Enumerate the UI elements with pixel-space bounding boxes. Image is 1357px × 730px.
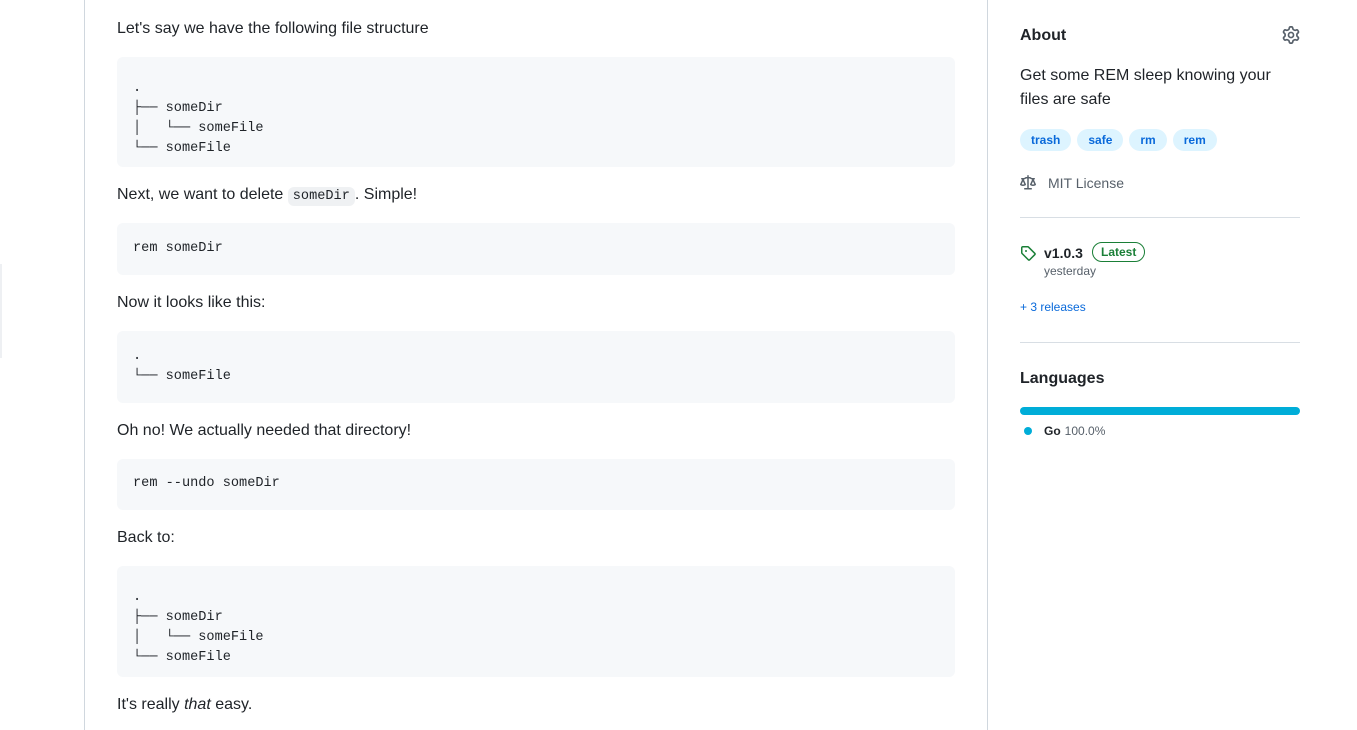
text: . Simple! — [354, 186, 418, 203]
section-divider — [1020, 342, 1300, 343]
code-line: └── someFile — [133, 141, 231, 156]
code-line: │ └── someFile — [133, 121, 264, 136]
code-line: ├── someDir — [133, 101, 223, 116]
language-bar — [1020, 407, 1300, 415]
left-edge-panel — [0, 264, 2, 358]
code-line: . — [133, 590, 142, 605]
code-line: └── someFile — [133, 369, 231, 384]
topic-list: trash safe rm rem — [1020, 129, 1217, 151]
readme-paragraph: Now it looks like this: — [117, 294, 266, 311]
text: It's really — [117, 696, 185, 713]
code-line: . — [133, 349, 142, 364]
code-line: └── someFile — [133, 650, 231, 665]
code-block-tree: . └── someFile — [117, 331, 955, 403]
language-percent: 100.0% — [1064, 424, 1106, 438]
topic-tag[interactable]: rm — [1129, 129, 1167, 151]
license-label: MIT License — [1048, 175, 1124, 191]
code-line: . — [133, 81, 142, 96]
readme-paragraph: Back to: — [117, 529, 175, 546]
language-name: Go — [1044, 424, 1061, 438]
language-color-dot — [1024, 427, 1032, 435]
topic-tag[interactable]: safe — [1077, 129, 1124, 151]
release-date: yesterday — [1044, 264, 1097, 278]
sidebar-border — [987, 0, 988, 730]
code-line: ├── someDir — [133, 610, 223, 625]
text: easy. — [210, 696, 253, 713]
inline-code: someDir — [287, 187, 355, 206]
release-version: v1.0.3 — [1044, 245, 1083, 261]
gear-icon[interactable] — [1282, 26, 1300, 44]
repo-description: Get some REM sleep knowing your files ar… — [1020, 67, 1271, 108]
readme-paragraph: Let's say we have the following file str… — [117, 20, 429, 37]
topic-tag[interactable]: rem — [1172, 129, 1217, 151]
content-border-left — [84, 0, 85, 730]
more-releases-link[interactable]: + 3 releases — [1020, 300, 1086, 314]
code-block-command: rem someDir — [117, 223, 955, 275]
languages-heading: Languages — [1020, 370, 1105, 387]
topic-tag[interactable]: trash — [1020, 129, 1072, 151]
code-line: rem --undo someDir — [133, 476, 280, 491]
section-divider — [1020, 217, 1300, 218]
law-icon — [1020, 175, 1036, 191]
code-block-command: rem --undo someDir — [117, 459, 955, 510]
code-line: rem someDir — [133, 241, 223, 256]
code-line: │ └── someFile — [133, 630, 264, 645]
tag-icon — [1020, 245, 1036, 261]
text: Next, we want to delete — [117, 186, 288, 203]
language-bar-segment-go — [1020, 407, 1300, 415]
latest-badge: Latest — [1092, 242, 1146, 262]
about-heading: About — [1020, 27, 1067, 44]
license-link[interactable]: MIT License — [1020, 173, 1124, 193]
readme-paragraph: Next, we want to delete someDir. Simple! — [117, 183, 417, 209]
readme-paragraph: It's really that easy. — [117, 693, 252, 717]
emphasis-text: that — [184, 696, 211, 713]
code-block-tree: . ├── someDir │ └── someFile └── someFil… — [117, 566, 955, 677]
code-block-tree: . ├── someDir │ └── someFile └── someFil… — [117, 57, 955, 167]
language-item-go[interactable]: Go 100.0% — [1024, 424, 1105, 438]
readme-paragraph: Oh no! We actually needed that directory… — [117, 422, 412, 439]
